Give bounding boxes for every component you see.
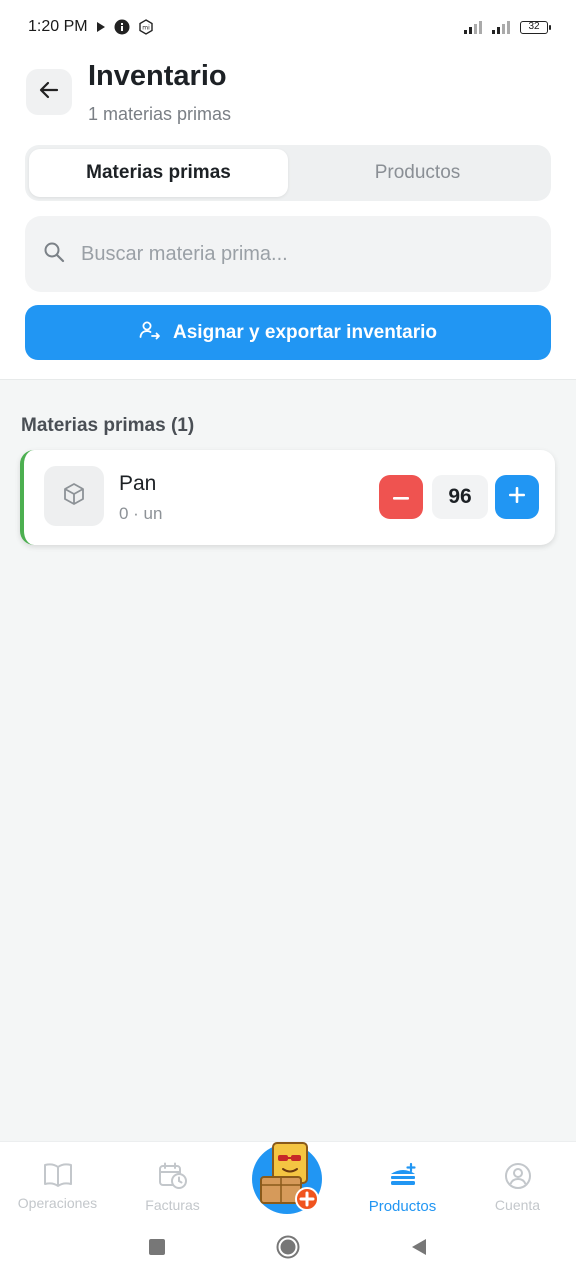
triangle-back-icon [410,1238,428,1261]
increase-quantity-button[interactable] [495,475,539,519]
nav-productos[interactable]: Productos [345,1142,460,1219]
nav-facturas[interactable]: Facturas [115,1142,230,1219]
search-bar [25,216,551,292]
quantity-value[interactable]: 96 [432,475,488,519]
plus-icon [509,486,525,508]
page-subtitle: 1 materias primas [88,104,232,124]
status-left: 1:20 PM mi [28,18,154,36]
signal-icon [464,20,486,34]
back-button[interactable] [26,69,72,115]
food-tray-icon [387,1162,419,1194]
mascot-add-icon [247,1137,327,1222]
system-navigation [0,1219,576,1280]
calendar-clock-icon [158,1162,188,1193]
nav-label: Facturas [145,1197,200,1213]
signal-icon [492,20,514,34]
item-name: Pan [119,472,157,495]
minus-icon [393,488,409,506]
arrow-left-icon [38,79,60,106]
nav-label: Productos [368,1198,437,1215]
nav-label: Operaciones [17,1195,98,1211]
status-bar: 1:20 PM mi 32 [0,0,576,54]
box-icon [61,481,87,512]
circle-icon [276,1235,300,1264]
decrease-quantity-button[interactable] [379,475,423,519]
book-icon [43,1162,73,1191]
tab-bar: Materias primas Productos [25,145,551,201]
nav-operaciones[interactable]: Operaciones [0,1142,115,1219]
mi-icon: mi [138,19,154,35]
section-title: Materias primas (1) [21,415,195,436]
nav-label: Cuenta [494,1197,541,1213]
tab-productos[interactable]: Productos [288,149,547,197]
user-assign-icon [139,320,161,346]
nav-center [230,1141,345,1219]
list-item[interactable]: Pan 0 · un 96 [20,450,555,545]
bottom-navigation: Operaciones Facturas Productos Cuenta [0,1141,576,1219]
recent-apps-button[interactable] [148,1238,166,1261]
status-right: 32 [464,20,551,34]
page-title: Inventario [88,60,227,92]
user-circle-icon [504,1162,532,1193]
play-icon [96,21,106,33]
home-button[interactable] [276,1235,300,1264]
search-icon [43,241,65,268]
item-thumbnail [44,466,104,526]
tab-materias-primas[interactable]: Materias primas [29,149,288,197]
nav-cuenta[interactable]: Cuenta [460,1142,575,1219]
item-meta: 0 · un [119,504,163,523]
square-icon [148,1238,166,1261]
svg-text:mi: mi [142,25,150,32]
add-fab-button[interactable] [252,1141,322,1214]
status-time: 1:20 PM [28,18,88,35]
back-nav-button[interactable] [410,1238,428,1261]
assign-export-label: Asignar y exportar inventario [173,321,437,343]
battery-icon: 32 [520,20,551,34]
info-icon [114,19,130,35]
assign-export-button[interactable]: Asignar y exportar inventario [25,305,551,360]
search-input[interactable] [81,242,501,266]
